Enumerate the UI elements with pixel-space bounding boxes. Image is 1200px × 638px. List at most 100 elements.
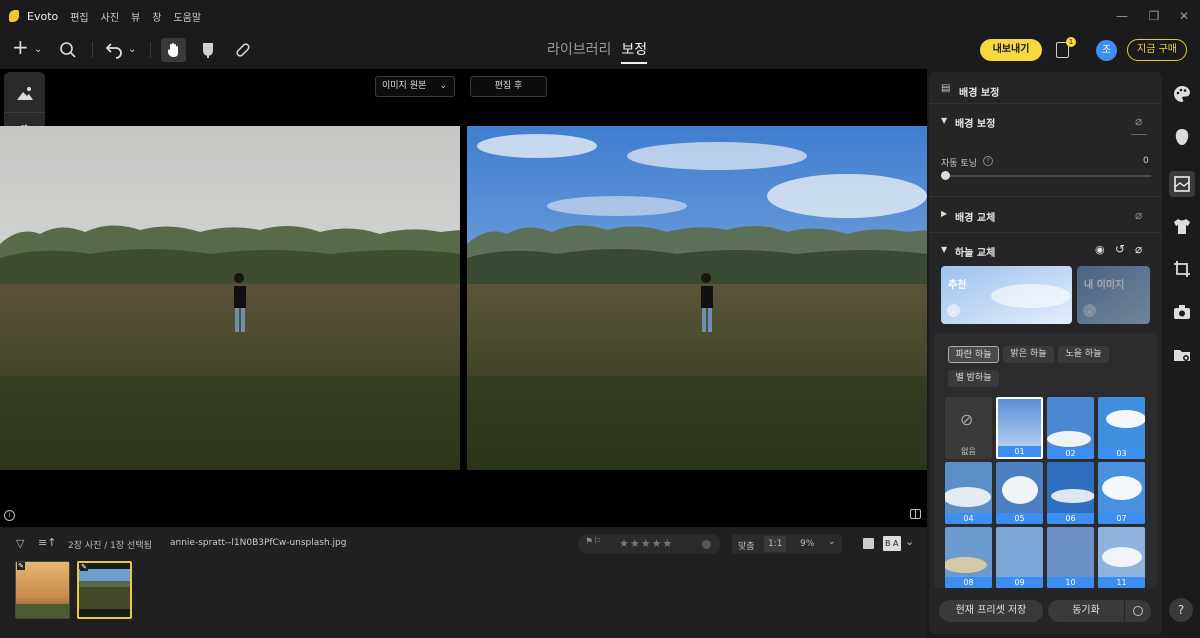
buy-now-button[interactable]: 지금 구매 <box>1127 39 1187 61</box>
add-icon[interactable]: + <box>12 37 29 57</box>
sky-item-11[interactable]: 11 <box>1098 527 1145 588</box>
thumbnail-field-selected[interactable]: ✎ <box>77 561 132 619</box>
flag-icon[interactable]: ⚑⚐ <box>585 537 601 547</box>
search-icon[interactable] <box>58 41 78 61</box>
reset-icon[interactable]: ↺ <box>1115 242 1125 256</box>
hand-tool-icon[interactable] <box>161 38 186 62</box>
caret-down-icon[interactable]: ▼ <box>941 116 947 125</box>
compare-view-select[interactable]: 이미지 원본 ⌄ <box>375 76 455 97</box>
none-icon: ⊘ <box>960 410 974 429</box>
menu-window[interactable]: 창 <box>152 9 161 24</box>
sky-card-my-images[interactable]: 내 이미지 ⌄ <box>1077 266 1150 324</box>
section-bg-adjust[interactable]: 배경 보정 <box>955 115 995 130</box>
filter-icon[interactable]: ▽ <box>16 537 24 550</box>
chevron-down-icon: ⌄ <box>947 304 960 317</box>
close-icon[interactable]: ✕ <box>1177 9 1191 23</box>
eraser-icon[interactable]: ⌀ <box>1135 114 1142 128</box>
avatar[interactable]: 조 <box>1096 40 1117 61</box>
section-bg-replace[interactable]: 배경 교체 <box>955 209 995 224</box>
help-icon[interactable]: ? <box>1169 598 1193 622</box>
section-sky-replace[interactable]: 하늘 교체 <box>955 244 995 259</box>
sky-item-05[interactable]: 05 <box>996 462 1043 524</box>
sky-item-04[interactable]: 04 <box>945 462 992 524</box>
edited-icon: ✎ <box>80 563 88 571</box>
face-icon[interactable] <box>1173 128 1191 146</box>
background-tool-icon: ▤ <box>941 83 951 94</box>
auto-toning-value: 0 <box>1143 156 1149 166</box>
star-rating-icon[interactable]: ★★★★★ <box>619 537 673 550</box>
after-edit-label: 편집 후 <box>470 76 547 97</box>
current-filename: annie-spratt--l1N0B3PfCw-unsplash.jpg <box>170 538 347 548</box>
zoom-percent-select[interactable]: 9% <box>800 539 814 549</box>
auto-toning-slider[interactable] <box>941 175 1151 177</box>
color-label-icon[interactable] <box>702 540 711 549</box>
sky-card-recommended[interactable]: 추천 ⌄ <box>941 266 1072 324</box>
restore-icon[interactable]: ❐ <box>1147 9 1161 23</box>
chevron-down-icon[interactable]: ⌄ <box>828 537 836 547</box>
toolbar-divider <box>92 42 93 58</box>
save-preset-button[interactable]: 현재 프리셋 저장 <box>939 600 1043 622</box>
sort-icon[interactable]: ≡↑ <box>38 536 56 549</box>
eraser-icon[interactable]: ⌀ <box>1135 208 1142 222</box>
bandage-tool-icon[interactable] <box>233 41 253 63</box>
sky-item-none[interactable]: ⊘ 없음 <box>945 397 992 459</box>
sky-tab-bright[interactable]: 밝은 하늘 <box>1003 346 1054 363</box>
camera-icon[interactable] <box>1173 303 1191 321</box>
tab-edit[interactable]: 보정 <box>621 39 648 64</box>
menu-view[interactable]: 뷰 <box>131 9 140 24</box>
sky-item-10[interactable]: 10 <box>1047 527 1094 588</box>
caret-right-icon[interactable]: ▶ <box>941 209 947 218</box>
menu-edit[interactable]: 편집 <box>70 9 88 24</box>
caret-down-icon[interactable]: ▼ <box>941 245 947 254</box>
photo-before <box>0 126 460 470</box>
portrait-adjust-icon[interactable] <box>16 84 34 102</box>
sky-item-06[interactable]: 06 <box>1047 462 1094 524</box>
single-view-icon[interactable] <box>863 538 874 549</box>
menu-help[interactable]: 도움말 <box>173 9 201 24</box>
info-icon[interactable]: i <box>4 510 15 521</box>
palette-icon[interactable] <box>1173 85 1191 103</box>
title-bar: Evoto 편집 사진 뷰 창 도움말 — ❐ ✕ <box>0 0 1200 32</box>
sky-item-07[interactable]: 07 <box>1098 462 1145 524</box>
app-name: Evoto <box>27 9 59 23</box>
panel-divider <box>929 232 1162 233</box>
help-circle-icon[interactable]: ? <box>983 156 993 166</box>
thumbnail-sunset[interactable]: ✎ <box>15 561 70 619</box>
split-view-icon[interactable] <box>910 509 921 519</box>
chevron-down-icon[interactable]: ⌄ <box>905 535 914 548</box>
sync-options-button[interactable] <box>1125 600 1151 622</box>
crop-icon[interactable] <box>1173 260 1191 278</box>
sky-tab-sunset[interactable]: 노을 하늘 <box>1058 346 1109 363</box>
minimize-icon[interactable]: — <box>1115 9 1129 23</box>
sky-item-01-selected[interactable]: 01 <box>996 397 1043 459</box>
eraser-icon[interactable]: ⌀ <box>1135 242 1142 256</box>
undo-icon[interactable] <box>104 41 124 63</box>
sky-tab-starry[interactable]: 별 밤하늘 <box>948 370 999 387</box>
before-after-view-icon[interactable]: B A <box>883 536 901 551</box>
menu-photo[interactable]: 사진 <box>101 9 119 24</box>
chevron-down-icon[interactable]: ⌄ <box>34 41 42 59</box>
zoom-fit-button[interactable]: 맞춤 <box>738 539 755 552</box>
sky-item-label: 07 <box>1098 513 1145 524</box>
eye-icon[interactable]: ◉ <box>1095 243 1105 256</box>
undo-history-chevron-icon[interactable]: ⌄ <box>128 41 136 59</box>
sky-item-03[interactable]: 03 <box>1098 397 1145 459</box>
sky-item-02[interactable]: 02 <box>1047 397 1094 459</box>
background-icon[interactable] <box>1169 171 1195 197</box>
brush-tool-icon[interactable] <box>198 41 218 63</box>
sky-item-09[interactable]: 09 <box>996 527 1043 588</box>
clothing-icon[interactable] <box>1173 217 1191 235</box>
sync-button[interactable]: 동기화 <box>1048 600 1124 622</box>
photo-count: 2장 사진 / 1장 선택됨 <box>68 541 152 551</box>
folder-icon[interactable] <box>1173 346 1191 364</box>
panel-divider <box>929 103 1162 104</box>
zoom-1to1-button[interactable]: 1:1 <box>764 536 787 552</box>
tab-library[interactable]: 라이브러리 <box>547 39 611 64</box>
export-button[interactable]: 내보내기 <box>980 39 1042 61</box>
toolbar-divider <box>150 42 151 58</box>
sky-tab-blue[interactable]: 파란 하늘 <box>948 346 999 363</box>
auto-toning-slider-handle[interactable] <box>941 171 950 180</box>
sky-item-08[interactable]: 08 <box>945 527 992 588</box>
sky-item-label: 06 <box>1047 513 1094 524</box>
zoom-controls: 맞춤 1:1 9% ⌄ <box>732 534 842 554</box>
